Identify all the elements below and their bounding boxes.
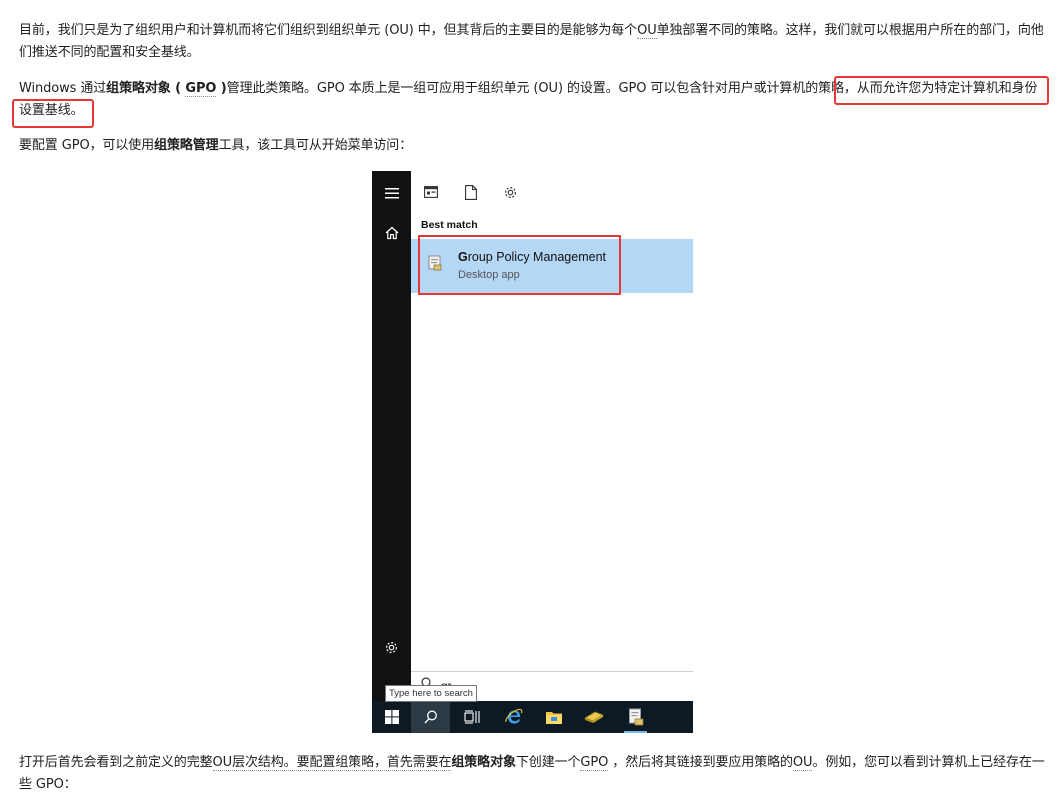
task-view-icon[interactable] — [452, 701, 491, 733]
group-policy-taskbar-icon[interactable] — [616, 701, 655, 733]
gear-icon[interactable] — [499, 181, 521, 203]
highlight-box-line1 — [834, 76, 1049, 105]
app-icon[interactable] — [420, 181, 442, 203]
windows-start-icon[interactable] — [372, 701, 411, 733]
result-highlight-box — [418, 235, 621, 295]
paragraph-gpo-linking: 打开后首先会看到之前定义的完整OU层次结构。要配置组策略，首先需要在组策略对象下… — [19, 755, 1045, 792]
best-match-label: Best match — [421, 219, 478, 231]
menu-icon[interactable] — [372, 177, 411, 209]
settings-icon[interactable] — [372, 631, 411, 663]
gpo-objects-term: 组策略对象 — [451, 755, 516, 770]
document-icon[interactable] — [460, 181, 482, 203]
server-tool-icon[interactable] — [574, 701, 613, 733]
file-explorer-icon[interactable] — [534, 701, 573, 733]
home-icon[interactable] — [372, 217, 411, 249]
taskbar-search-icon[interactable] — [411, 701, 450, 733]
paragraph-ou-purpose: 目前，我们只是为了组织用户和计算机而将它们组织到组织单元 (OU) 中，但其背后… — [19, 23, 1044, 60]
gpo-term: 组策略对象 ( GPO ) — [106, 81, 227, 97]
highlight-box-line2 — [12, 99, 94, 128]
internet-explorer-icon[interactable] — [494, 701, 533, 733]
search-tooltip: Type here to search — [385, 685, 477, 702]
gpm-term: 组策略管理 — [154, 138, 219, 153]
taskbar — [372, 701, 693, 733]
paragraph-gpo-tool: 要配置 GPO，可以使用组策略管理工具，该工具可从开始菜单访问： — [19, 138, 413, 153]
start-menu-screenshot: Best match Group Policy Management Deskt… — [372, 171, 693, 733]
start-menu-rail — [372, 171, 411, 701]
